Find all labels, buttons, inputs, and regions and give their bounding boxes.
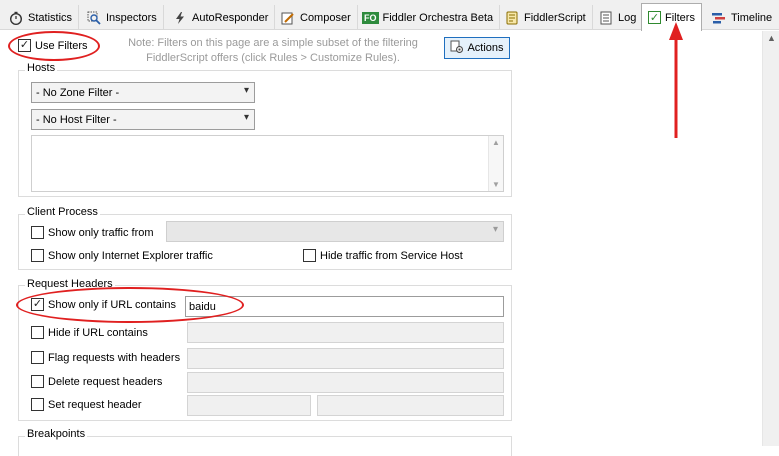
show-only-traffic-label: Show only traffic from: [48, 226, 154, 239]
flag-requests-input[interactable]: [187, 348, 504, 369]
magnifier-icon: [86, 10, 102, 26]
hosts-textarea[interactable]: ▲ ▼: [31, 135, 504, 192]
tab-label: Fiddler Orchestra Beta: [382, 11, 494, 24]
show-only-url-checkbox[interactable]: ✓: [31, 298, 44, 311]
script-icon: [504, 10, 520, 26]
tab-fiddlerscript[interactable]: FiddlerScript: [498, 5, 593, 30]
set-header-value-input[interactable]: [317, 395, 504, 416]
chevron-down-icon: ▾: [492, 224, 498, 235]
lightning-icon: [172, 10, 188, 26]
tab-label: AutoResponder: [192, 11, 269, 24]
url-contains-input[interactable]: baidu: [185, 296, 504, 317]
show-only-traffic-row[interactable]: Show only traffic from: [31, 226, 154, 239]
request-headers-title: Request Headers: [25, 278, 115, 290]
delete-headers-label: Delete request headers: [48, 375, 163, 388]
delete-headers-checkbox[interactable]: [31, 375, 44, 388]
tab-label: Composer: [300, 11, 351, 24]
flag-requests-checkbox[interactable]: [31, 351, 44, 364]
client-process-title: Client Process: [25, 206, 100, 218]
host-filter-select[interactable]: - No Host Filter - ▾: [31, 109, 255, 130]
timeline-icon: [711, 10, 727, 26]
show-only-ie-label: Show only Internet Explorer traffic: [48, 249, 213, 262]
process-select[interactable]: ▾: [166, 221, 504, 242]
tab-autoresponder[interactable]: AutoResponder: [166, 5, 276, 30]
show-only-ie-row[interactable]: Show only Internet Explorer traffic: [31, 249, 213, 262]
set-header-name-input[interactable]: [187, 395, 311, 416]
breakpoints-title: Breakpoints: [25, 428, 88, 440]
use-filters-checkbox[interactable]: ✓: [18, 39, 31, 52]
actions-icon: [450, 40, 464, 57]
hide-url-label: Hide if URL contains: [48, 326, 148, 339]
actions-label: Actions: [467, 42, 504, 54]
zone-filter-select[interactable]: - No Zone Filter - ▾: [31, 82, 255, 103]
scroll-down-icon: ▼: [492, 180, 500, 189]
tab-label: Timeline: [731, 11, 773, 24]
show-only-url-label: Show only if URL contains: [48, 298, 176, 311]
stopwatch-icon: [8, 10, 24, 26]
show-only-traffic-checkbox[interactable]: [31, 226, 44, 239]
hide-url-checkbox[interactable]: [31, 326, 44, 339]
tab-composer[interactable]: Composer: [274, 5, 358, 30]
use-filters-row[interactable]: ✓ Use Filters: [18, 39, 88, 52]
set-header-checkbox[interactable]: [31, 398, 44, 411]
tab-label: Statistics: [28, 11, 73, 24]
scroll-up-icon: ▲: [767, 33, 776, 43]
hide-url-row[interactable]: Hide if URL contains: [31, 326, 148, 339]
filters-note: Note: Filters on this page are a simple …: [128, 37, 418, 64]
use-filters-label: Use Filters: [35, 39, 88, 52]
tab-log[interactable]: Log: [592, 5, 644, 30]
hosts-title: Hosts: [25, 62, 58, 74]
tab-label: Log: [618, 11, 637, 24]
delete-headers-input[interactable]: [187, 372, 504, 393]
page-scrollbar[interactable]: ▲: [762, 31, 779, 446]
hide-service-host-row[interactable]: Hide traffic from Service Host: [303, 249, 463, 262]
actions-button[interactable]: Actions: [444, 37, 510, 59]
tab-fiddler-orchestra[interactable]: FO Fiddler Orchestra Beta: [356, 5, 501, 30]
tab-inspectors[interactable]: Inspectors: [80, 5, 164, 30]
hide-url-input[interactable]: [187, 322, 504, 343]
zone-filter-value: - No Zone Filter -: [36, 86, 120, 99]
hide-service-host-checkbox[interactable]: [303, 249, 316, 262]
breakpoints-group: [18, 436, 512, 456]
scroll-up-icon: ▲: [492, 138, 500, 147]
flag-requests-label: Flag requests with headers: [48, 351, 181, 364]
tab-label: Inspectors: [106, 11, 157, 24]
pencil-icon: [280, 10, 296, 26]
hosts-scrollbar[interactable]: ▲ ▼: [488, 136, 503, 191]
tab-timeline[interactable]: Timeline: [705, 5, 778, 30]
log-icon: [598, 10, 614, 26]
show-only-url-row[interactable]: ✓ Show only if URL contains: [31, 298, 176, 311]
show-only-ie-checkbox[interactable]: [31, 249, 44, 262]
annotation-arrow: [669, 22, 683, 138]
chevron-down-icon: ▾: [243, 85, 249, 96]
chevron-down-icon: ▾: [243, 112, 249, 123]
set-header-label: Set request header: [48, 398, 142, 411]
url-contains-value: baidu: [189, 300, 216, 313]
tab-statistics[interactable]: Statistics: [2, 5, 80, 30]
set-header-row[interactable]: Set request header: [31, 398, 142, 411]
fo-badge-icon: FO: [362, 11, 379, 24]
host-filter-value: - No Host Filter -: [36, 113, 117, 126]
flag-requests-row[interactable]: Flag requests with headers: [31, 351, 180, 364]
hide-service-host-label: Hide traffic from Service Host: [320, 249, 463, 262]
delete-headers-row[interactable]: Delete request headers: [31, 375, 162, 388]
tab-label: FiddlerScript: [524, 11, 586, 24]
